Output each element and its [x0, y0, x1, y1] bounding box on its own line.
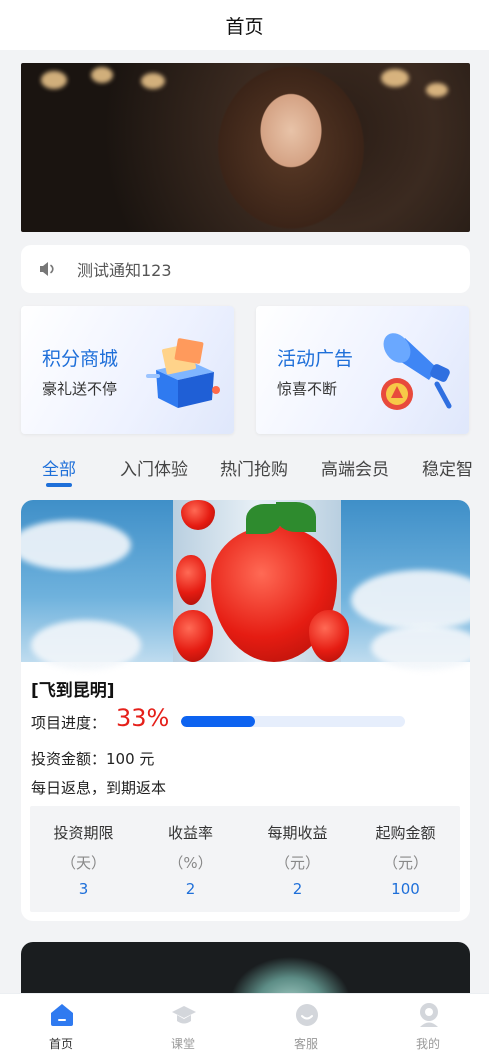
- category-tabs: 全部 入门体验 热门抢购 高端会员 稳定智: [0, 452, 489, 492]
- cloud: [21, 520, 131, 570]
- promo-card-points-mall[interactable]: 积分商城 豪礼送不停: [21, 306, 234, 434]
- stat-label: 起购金额: [375, 824, 436, 842]
- bokeh-light: [141, 73, 165, 89]
- strawberry: [309, 610, 349, 662]
- portrait: [201, 63, 381, 232]
- tabbar-label: 客服: [293, 1037, 318, 1051]
- product-name: [飞到昆明]: [31, 681, 115, 701]
- stat-value: 100: [391, 880, 420, 898]
- active-tab-indicator: [46, 483, 72, 487]
- stat-label: 投资期限: [53, 824, 114, 842]
- tab-beginner[interactable]: 入门体验: [120, 455, 188, 480]
- promo-subtitle: 豪礼送不停: [42, 380, 118, 398]
- progress-bar: [181, 716, 405, 727]
- tab-stable[interactable]: 稳定智: [422, 455, 473, 480]
- tabbar-item-classroom[interactable]: 课堂: [122, 994, 244, 1055]
- cloud: [351, 570, 470, 630]
- tabbar-label: 首页: [48, 1037, 73, 1051]
- product-description: 每日返息，到期返本: [31, 779, 167, 797]
- tab-hot-sale[interactable]: 热门抢购: [220, 455, 288, 480]
- product-card[interactable]: [飞到昆明] 项目进度： 33% 投资金额：100 元 每日返息，到期返本 投资…: [21, 500, 470, 921]
- promo-card-activity-ad[interactable]: 活动广告 惊喜不断: [256, 306, 469, 434]
- hero-banner-image[interactable]: [21, 63, 470, 232]
- tab-all[interactable]: 全部: [42, 455, 76, 480]
- bokeh-light: [41, 71, 67, 89]
- tabbar-label: 课堂: [170, 1037, 195, 1051]
- speaker-icon: [40, 262, 54, 276]
- stat-label: 收益率: [167, 824, 213, 842]
- bottom-tab-bar: 首页 课堂 客服 我的: [0, 993, 489, 1055]
- stat-unit: （元）: [382, 854, 428, 872]
- progress-label: 项目进度：: [31, 714, 107, 732]
- user-icon: [420, 1003, 438, 1027]
- stat-value: 3: [78, 880, 89, 898]
- progress-bar-fill: [181, 716, 255, 727]
- tab-premium-member[interactable]: 高端会员: [321, 455, 389, 480]
- investment-amount: 投资金额：100 元: [31, 750, 155, 768]
- notice-bar[interactable]: 测试通知123: [21, 245, 470, 293]
- product-image: [21, 500, 470, 670]
- cloud: [31, 620, 141, 670]
- megaphone-icon: [381, 333, 452, 410]
- promo-subtitle: 惊喜不断: [277, 380, 338, 398]
- tabbar-item-support[interactable]: 客服: [245, 994, 367, 1055]
- app-header: 首页: [0, 0, 489, 50]
- bokeh-light: [426, 83, 448, 97]
- stat-unit: （%）: [168, 854, 213, 872]
- gift-box-icon: [146, 338, 220, 408]
- tabbar-item-profile[interactable]: 我的: [367, 994, 489, 1055]
- bokeh-light: [91, 67, 113, 83]
- stat-value: 2: [185, 880, 196, 898]
- product-stats: 投资期限 （天） 3 收益率 （%） 2 每期收益 （元） 2 起购金额 （元）…: [30, 806, 460, 912]
- home-icon: [51, 1004, 73, 1026]
- promo-title: 活动广告: [277, 348, 354, 370]
- promo-title: 积分商城: [42, 348, 119, 370]
- notice-text: 测试通知123: [77, 261, 172, 280]
- strawberry-leaf: [276, 502, 316, 532]
- tabbar-item-home[interactable]: 首页: [0, 994, 122, 1055]
- bokeh-light: [381, 69, 409, 87]
- stat-value: 2: [292, 880, 303, 898]
- stat-unit: （元）: [274, 854, 320, 872]
- stat-label: 每期收益: [267, 824, 328, 842]
- stat-unit: （天）: [60, 854, 106, 872]
- tabbar-label: 我的: [415, 1037, 440, 1051]
- cloud: [371, 625, 470, 670]
- customer-service-icon: [296, 1004, 318, 1026]
- graduation-cap-icon: [172, 1006, 196, 1024]
- page-title: 首页: [225, 15, 264, 38]
- progress-value: 33%: [116, 704, 170, 732]
